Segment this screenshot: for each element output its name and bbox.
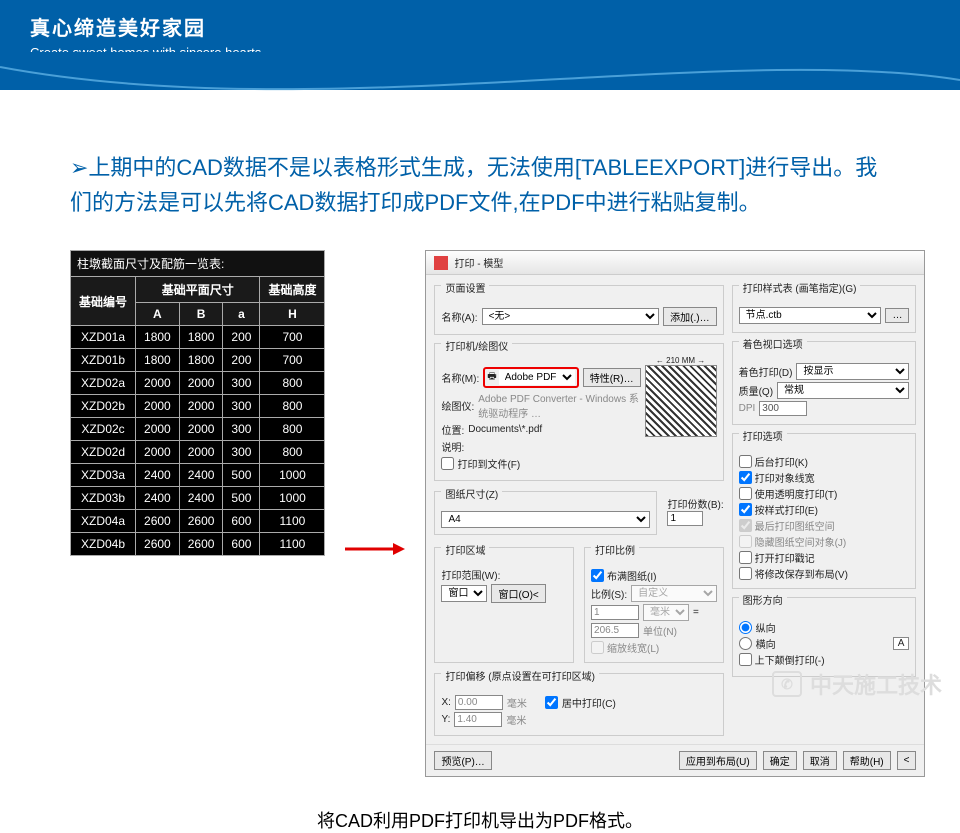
opt-stamp-checkbox[interactable] [739, 551, 752, 564]
table-row: XZD01a18001800200700 [71, 326, 325, 349]
offset-x-input [455, 695, 503, 710]
apply-layout-button[interactable]: 应用到布局(U) [679, 751, 757, 770]
opt-bg-checkbox[interactable] [739, 455, 752, 468]
caption: 将CAD利用PDF打印机导出为PDF格式。 [0, 807, 960, 833]
col-plan: 基础平面尺寸 [136, 277, 260, 303]
dialog-titlebar: 打印 - 模型 [426, 251, 924, 275]
add-button[interactable]: 添加(.)… [663, 307, 716, 326]
col-a: a [223, 303, 260, 326]
dialog-footer: 预览(P)… 应用到布局(U) 确定 取消 帮助(H) < [426, 744, 924, 776]
scale-mm-input [591, 605, 639, 620]
printer-icon: 🖶 [487, 369, 496, 386]
fit-to-paper-checkbox[interactable] [591, 569, 604, 582]
shade-select[interactable]: 按显示 [796, 363, 909, 380]
table-row: XZD03b240024005001000 [71, 487, 325, 510]
col-B: B [179, 303, 223, 326]
opt-obj-checkbox[interactable] [739, 471, 752, 484]
table-title: 柱墩截面尺寸及配筋一览表: [71, 251, 325, 277]
opt-trans-checkbox[interactable] [739, 487, 752, 500]
dialog-title: 打印 - 模型 [454, 255, 503, 270]
red-arrow-icon [345, 539, 405, 559]
plotter-value: Adobe PDF Converter - Windows 系统驱动程序 … [478, 390, 640, 420]
slide-header: 真心缔造美好家园 Create sweet homes with sincere… [0, 0, 960, 90]
printer-highlight: 🖶 Adobe PDF [483, 367, 578, 388]
copies-input[interactable] [667, 511, 703, 526]
window-button[interactable]: 窗口(O)< [491, 584, 545, 603]
name-label: 名称(A): [441, 309, 477, 324]
dpi-input [759, 401, 807, 416]
main-paragraph: ➢上期中的CAD数据不是以表格形式生成，无法使用[TABLEEXPORT]进行导… [0, 90, 960, 240]
where-value: Documents\*.pdf [468, 424, 542, 435]
cad-table: 柱墩截面尺寸及配筋一览表: 基础编号 基础平面尺寸 基础高度 A B a H X… [70, 250, 325, 556]
col-h: 基础高度 [260, 277, 325, 303]
orientation-icon: A [893, 637, 910, 650]
printer-group: 打印机/绘图仪 名称(M): 🖶 Adobe PDF 特性(R)… [434, 343, 723, 481]
paper-size-group: 图纸尺寸(Z) A4 [434, 491, 657, 535]
orient-upside-checkbox[interactable] [739, 653, 752, 666]
viewport-group: 着色视口选项 着色打印(D)按显示 质量(Q)常规 DPI [732, 341, 917, 425]
table-row: XZD02a20002000300800 [71, 372, 325, 395]
orient-landscape-radio[interactable] [739, 637, 752, 650]
center-plot-checkbox[interactable] [545, 696, 558, 709]
plot-style-edit-button[interactable]: … [885, 308, 909, 323]
header-cn: 真心缔造美好家园 [30, 12, 930, 41]
page-setup-group: 页面设置 名称(A): <无> 添加(.)… [434, 285, 723, 335]
watermark: ✆ 中天施工技术 [772, 668, 942, 700]
plot-area-select[interactable]: 窗口 [441, 585, 487, 602]
app-icon [434, 256, 448, 270]
opt-last-checkbox [739, 519, 752, 532]
plot-area-group: 打印区域 打印范围(W): 窗口 窗口(O)< [434, 547, 574, 663]
col-H: H [260, 303, 325, 326]
col-id: 基础编号 [71, 277, 136, 326]
paper-preview: ← 210 MM → [645, 365, 717, 437]
paper-size-select[interactable]: A4 [441, 511, 650, 528]
table-row: XZD03a240024005001000 [71, 464, 325, 487]
plot-options-group: 打印选项 后台打印(K) 打印对象线宽 使用透明度打印(T) 按样式打印(E) … [732, 433, 917, 589]
plot-style-group: 打印样式表 (画笔指定)(G) 节点.ctb… [732, 285, 917, 333]
table-row: XZD02c20002000300800 [71, 418, 325, 441]
collapse-button[interactable]: < [897, 751, 917, 770]
header-en: Create sweet homes with sincere hearts [30, 45, 930, 60]
page-setup-select[interactable]: <无> [482, 308, 660, 325]
copies-block: 打印份数(B): [667, 496, 723, 526]
ok-button[interactable]: 确定 [763, 751, 797, 770]
print-to-file-checkbox[interactable] [441, 457, 454, 470]
scale-group: 打印比例 布满图纸(I) 比例(S):自定义 毫米= 单位(N) 缩放线宽(L) [584, 547, 724, 663]
printer-name-label: 名称(M): [441, 370, 479, 385]
opt-style-checkbox[interactable] [739, 503, 752, 516]
scale-select: 自定义 [631, 585, 716, 602]
properties-button[interactable]: 特性(R)… [583, 368, 641, 387]
opt-hide-checkbox [739, 535, 752, 548]
printer-name-select[interactable]: Adobe PDF [499, 370, 575, 385]
scale-lineweight-checkbox [591, 641, 604, 654]
drawing-unit-input [591, 623, 639, 638]
help-button[interactable]: 帮助(H) [843, 751, 891, 770]
orientation-group: 图形方向 纵向 横向 上下颠倒打印(-) A [732, 597, 917, 677]
table-row: XZD02d20002000300800 [71, 441, 325, 464]
table-row: XZD04a260026006001100 [71, 510, 325, 533]
unit-select: 毫米 [643, 604, 689, 621]
table-row: XZD01b18001800200700 [71, 349, 325, 372]
wechat-icon: ✆ [772, 671, 802, 697]
cancel-button[interactable]: 取消 [803, 751, 837, 770]
table-row: XZD04b260026006001100 [71, 533, 325, 556]
orient-portrait-radio[interactable] [739, 621, 752, 634]
plot-style-select[interactable]: 节点.ctb [739, 307, 882, 324]
opt-save-checkbox[interactable] [739, 567, 752, 580]
table-row: XZD02b20002000300800 [71, 395, 325, 418]
preview-button[interactable]: 预览(P)… [434, 751, 491, 770]
quality-select[interactable]: 常规 [777, 382, 909, 399]
offset-group: 打印偏移 (原点设置在可打印区域) X: 毫米 居中打印(C) Y: 毫米 [434, 673, 723, 736]
col-A: A [136, 303, 180, 326]
